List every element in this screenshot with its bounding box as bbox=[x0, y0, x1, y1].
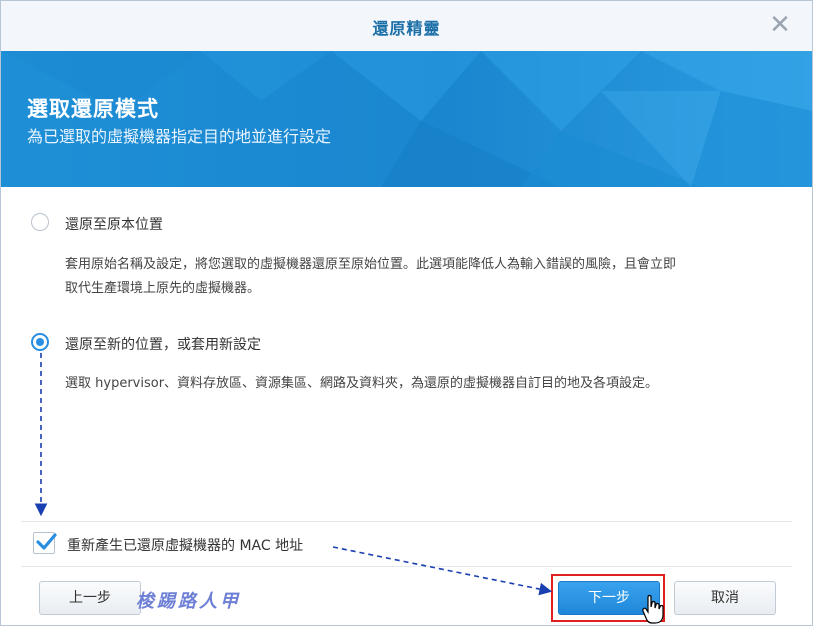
radio-restore-new-location[interactable] bbox=[31, 333, 49, 351]
cancel-button[interactable]: 取消 bbox=[674, 581, 776, 615]
next-button-highlight bbox=[551, 574, 665, 622]
divider bbox=[21, 521, 792, 522]
header-banner: 選取還原模式 為已選取的虛擬機器指定目的地並進行設定 bbox=[1, 51, 812, 187]
description-line: 取代生產環境上原先的虛擬機器。 bbox=[65, 281, 261, 296]
restore-wizard-dialog: 還原精靈 ✕ 選取還原模式 為已選取的虛擬機器指定目的地並進行設定 還原至原本位… bbox=[0, 0, 813, 626]
step-title: 選取還原模式 bbox=[27, 97, 159, 121]
description-line: 選取 hypervisor、資料存放區、資源集區、網路及資料夾，為還原的虛擬機器… bbox=[65, 376, 659, 391]
checkmark-icon bbox=[36, 533, 57, 550]
title-bar: 還原精靈 ✕ bbox=[1, 1, 812, 52]
option-original-label[interactable]: 還原至原本位置 bbox=[65, 214, 163, 234]
close-icon[interactable]: ✕ bbox=[766, 11, 794, 39]
description-line: 套用原始名稱及設定，將您選取的虛擬機器還原至原始位置。此選項能降低人為輸入錯誤的… bbox=[65, 257, 677, 272]
watermark-text: 梭踢路人甲 bbox=[136, 591, 241, 612]
dialog-title: 還原精靈 bbox=[372, 19, 441, 38]
option-new-location-description: 選取 hypervisor、資料存放區、資源集區、網路及資料夾，為還原的虛擬機器… bbox=[65, 372, 658, 396]
regenerate-mac-label[interactable]: 重新產生已還原虛擬機器的 MAC 地址 bbox=[67, 535, 303, 555]
radio-selected-dot bbox=[36, 338, 44, 346]
annotation-arrow-to-next bbox=[332, 546, 553, 596]
regenerate-mac-checkbox[interactable] bbox=[33, 532, 57, 554]
back-button[interactable]: 上一步 bbox=[39, 581, 141, 615]
footer-divider bbox=[21, 566, 792, 567]
option-new-location-label[interactable]: 還原至新的位置，或套用新設定 bbox=[65, 334, 261, 354]
step-subtitle: 為已選取的虛擬機器指定目的地並進行設定 bbox=[27, 127, 332, 146]
option-original-description: 套用原始名稱及設定，將您選取的虛擬機器還原至原始位置。此選項能降低人為輸入錯誤的… bbox=[65, 253, 676, 301]
radio-restore-original[interactable] bbox=[31, 213, 49, 231]
